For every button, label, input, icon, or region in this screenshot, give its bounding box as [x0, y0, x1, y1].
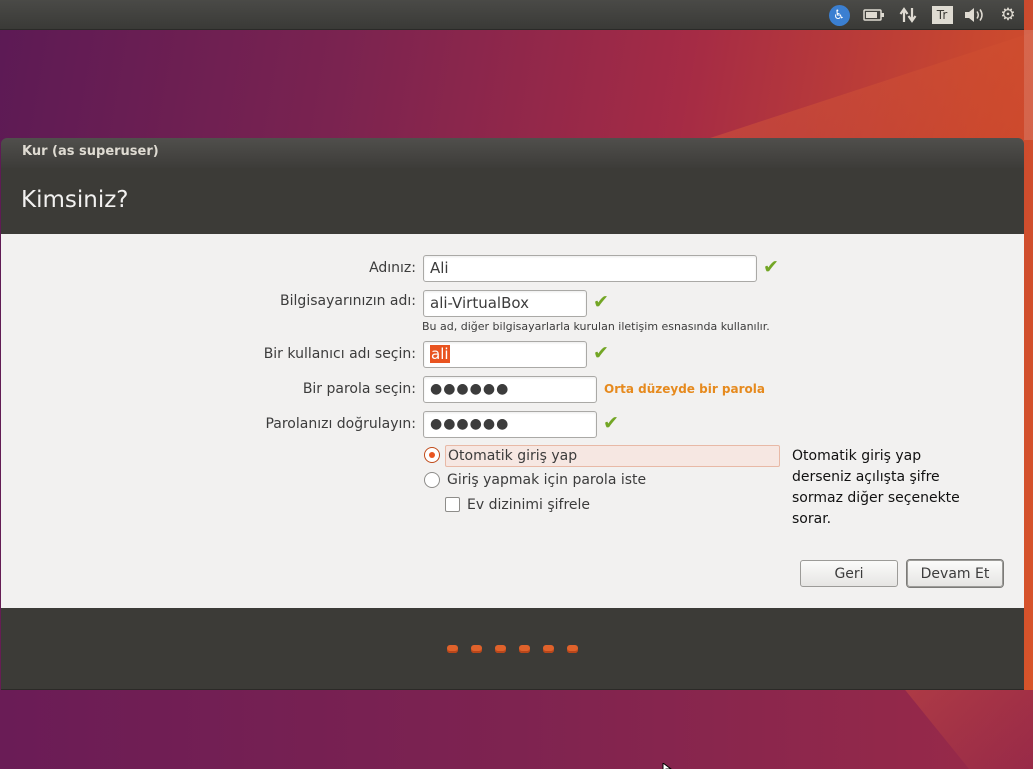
computer-name-valid-check-icon: ✔: [593, 291, 609, 313]
password-field[interactable]: ●●●●●●: [423, 376, 597, 403]
auto-login-label: Otomatik giriş yap: [448, 448, 578, 464]
progress-dot: [471, 645, 482, 653]
form-area: Adınız: Ali ✔ Bilgisayarınızın adı: ali-…: [1, 234, 1024, 608]
wallpaper-shape: [704, 30, 1033, 140]
progress-dot: [495, 645, 506, 653]
progress-dots: [447, 645, 578, 653]
speaker-icon: [965, 8, 983, 22]
name-valid-check-icon: ✔: [763, 256, 779, 278]
password-label: Bir parola seçin:: [302, 381, 416, 397]
confirm-password-label: Parolanızı doğrulayın:: [265, 416, 416, 432]
password-strength: Orta düzeyde bir parola: [604, 382, 765, 396]
progress-dot: [567, 645, 578, 653]
computer-name-field[interactable]: ali-VirtualBox: [423, 290, 587, 317]
accessibility-icon: ♿: [828, 4, 850, 26]
username-selected-text: ali: [430, 345, 450, 363]
keyboard-layout-indicator[interactable]: Tr: [930, 4, 954, 26]
require-password-label[interactable]: Giriş yapmak için parola iste: [447, 472, 646, 488]
encrypt-home-checkbox[interactable]: [445, 497, 460, 512]
username-label: Bir kullanıcı adı seçin:: [263, 346, 416, 362]
top-panel: ♿ Tr ⚙: [0, 0, 1024, 30]
page-title: Kimsiniz?: [1, 168, 1024, 234]
name-field[interactable]: Ali: [423, 255, 757, 282]
desktop-edge: [1024, 30, 1033, 140]
confirm-password-field[interactable]: ●●●●●●: [423, 411, 597, 438]
confirm-valid-check-icon: ✔: [603, 412, 619, 434]
auto-login-radio[interactable]: [424, 447, 440, 463]
network-updown-icon: [899, 7, 917, 23]
continue-button[interactable]: Devam Et: [907, 560, 1003, 587]
back-button[interactable]: Geri: [800, 560, 898, 587]
battery-icon: [863, 9, 884, 21]
gear-icon: ⚙: [1000, 5, 1016, 25]
progress-footer: [1, 608, 1024, 690]
network-indicator[interactable]: [896, 4, 920, 26]
keyboard-layout-icon: Tr: [931, 6, 953, 24]
wallpaper-bottom: [0, 690, 1033, 769]
window-title[interactable]: Kur (as superuser): [1, 138, 1024, 168]
progress-dot: [543, 645, 554, 653]
computer-name-hint: Bu ad, diğer bilgisayarlarla kurulan ile…: [422, 320, 770, 333]
system-menu-indicator[interactable]: ⚙: [996, 4, 1020, 26]
accessibility-indicator[interactable]: ♿: [827, 4, 851, 26]
computer-name-label: Bilgisayarınızın adı:: [280, 293, 416, 309]
require-password-radio[interactable]: [424, 472, 440, 488]
sound-indicator[interactable]: [962, 4, 988, 26]
username-field[interactable]: ali: [423, 341, 587, 368]
installer-window: Kur (as superuser) Kimsiniz? Adınız: Ali…: [1, 138, 1024, 690]
name-label: Adınız:: [369, 260, 416, 276]
battery-indicator[interactable]: [862, 4, 886, 26]
progress-dot: [519, 645, 530, 653]
username-valid-check-icon: ✔: [593, 342, 609, 364]
auto-login-option[interactable]: Otomatik giriş yap: [445, 445, 780, 467]
encrypt-home-label[interactable]: Ev dizinimi şifrele: [467, 497, 590, 513]
mouse-cursor-icon: [662, 760, 672, 769]
annotation-note: Otomatik giriş yap derseniz açılışta şif…: [792, 448, 960, 527]
progress-dot: [447, 645, 458, 653]
